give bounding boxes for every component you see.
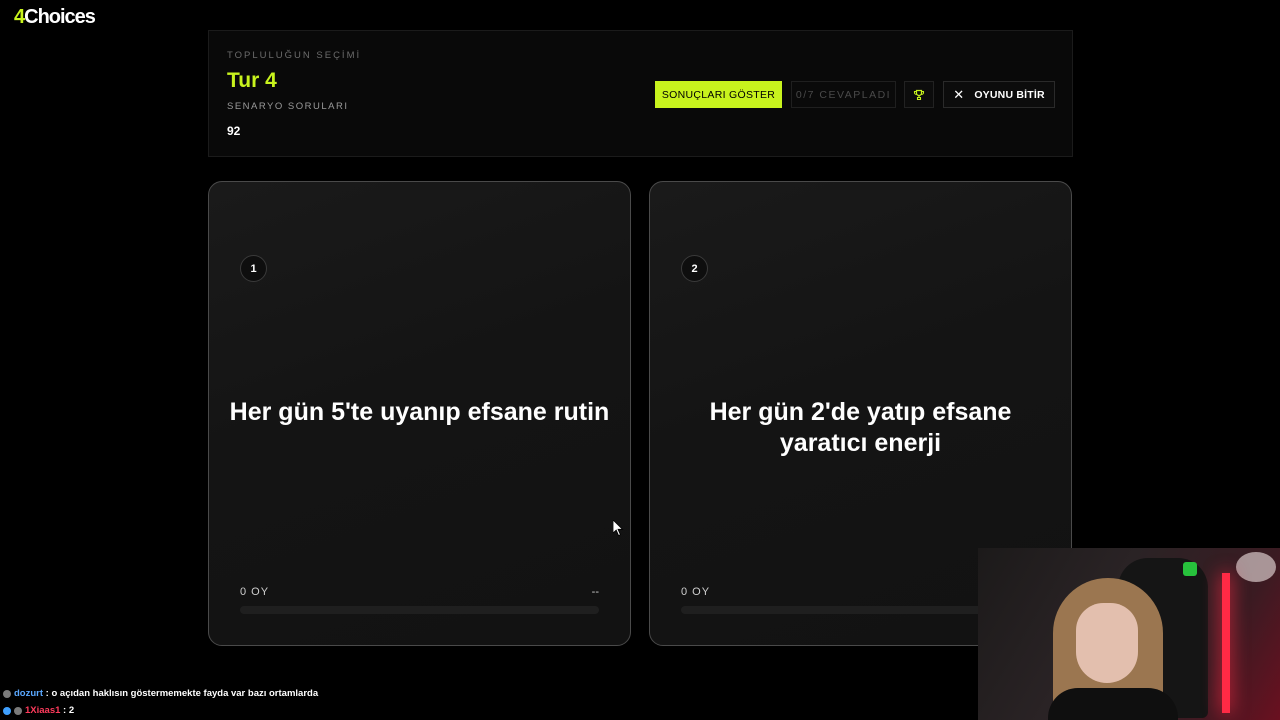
show-results-button[interactable]: SONUÇLARI GÖSTER	[655, 81, 782, 108]
chat-message: 1Xiaas1 : 2	[3, 705, 74, 716]
chat-text: : 2	[63, 705, 75, 716]
end-game-label: OYUNU BİTİR	[974, 88, 1045, 101]
option-text: Her gün 5'te uyanıp efsane rutin	[229, 398, 610, 426]
option-number-badge: 2	[681, 255, 708, 282]
chair-logo-icon	[1183, 562, 1197, 576]
close-icon: ✕	[953, 86, 965, 102]
webcam-overlay	[978, 548, 1280, 720]
leaderboard-button[interactable]	[904, 81, 934, 108]
logo-suffix: Choices	[24, 6, 96, 28]
lamp-shape	[1236, 552, 1276, 582]
answered-status: 0/7 CEVAPLADI	[791, 81, 896, 108]
chat-badge-icon	[3, 706, 11, 715]
trophy-icon	[913, 89, 925, 100]
vote-percent: --	[591, 586, 599, 598]
app-logo: 4Choices	[14, 6, 96, 29]
chat-text: : o açıdan haklısın göstermemekte fayda …	[45, 688, 319, 699]
logo-prefix: 4	[14, 6, 25, 28]
chat-username: dozurt	[14, 688, 44, 699]
streamer-face	[1076, 603, 1138, 683]
end-game-button[interactable]: ✕ OYUNU BİTİR	[943, 81, 1055, 108]
option-text: Her gün 2'de yatıp efsane yaratıcı enerj…	[709, 398, 1012, 457]
chat-username: 1Xiaas1	[25, 705, 61, 716]
vote-progress-bar	[240, 606, 599, 614]
vote-count: 0 OY	[240, 586, 270, 598]
option-number-badge: 1	[240, 255, 267, 282]
round-header-panel: TOPLULUĞUN SEÇİMİ Tur 4 SENARYO SORULARI…	[208, 30, 1073, 157]
chat-message: dozurt : o açıdan haklısın göstermemekte…	[3, 688, 318, 699]
chat-badge-icon	[14, 706, 22, 715]
streamer-body	[1048, 688, 1178, 720]
category-subtitle: SENARYO SORULARI	[227, 101, 349, 112]
vote-count: 0 OY	[681, 586, 711, 598]
question-count: 92	[227, 124, 241, 138]
round-title: Tur 4	[227, 69, 277, 92]
neon-light	[1222, 573, 1230, 713]
chat-badge-icon	[3, 689, 11, 698]
option-card-1[interactable]: 1 Her gün 5'te uyanıp efsane rutin 0 OY …	[208, 181, 631, 646]
section-eyebrow: TOPLULUĞUN SEÇİMİ	[227, 50, 362, 61]
